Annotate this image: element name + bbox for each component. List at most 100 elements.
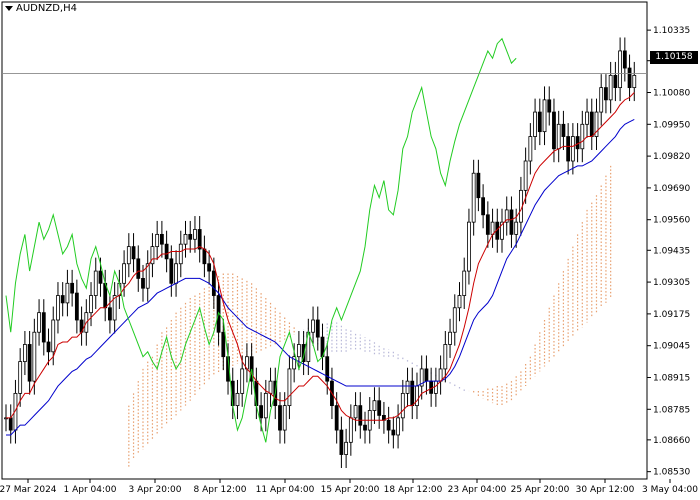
candle-body	[27, 344, 32, 382]
candle-body	[211, 270, 216, 296]
candle-body	[56, 295, 60, 321]
candle-body	[126, 246, 131, 265]
candle-body	[537, 111, 542, 133]
candle-body	[429, 380, 434, 394]
candle-body	[514, 221, 519, 235]
price-chart[interactable]: 1.103351.102101.100801.099501.098201.096…	[0, 0, 700, 500]
candle-body	[70, 282, 75, 294]
candle-body	[41, 312, 46, 343]
price-axis: 1.103351.102101.100801.099501.098201.096…	[647, 26, 690, 478]
candle-body	[65, 282, 70, 304]
candle-body	[131, 246, 136, 260]
candle-body	[315, 319, 320, 338]
chart-window[interactable]: 1.103351.102101.100801.099501.098201.096…	[0, 0, 700, 500]
candle-body	[485, 214, 490, 235]
price-tick-label: 1.09950	[653, 120, 690, 130]
candle-body	[443, 344, 448, 370]
candle-body	[8, 417, 13, 431]
symbol-menu[interactable]: AUDNZD,H4	[5, 3, 77, 14]
candle-body	[552, 111, 556, 150]
candle-body	[278, 405, 282, 431]
candle-body	[74, 292, 79, 321]
price-tick-label: 1.09305	[653, 278, 690, 288]
candle-body	[46, 341, 51, 353]
symbol-title: AUDNZD,H4	[16, 3, 77, 14]
candle-body	[452, 307, 457, 333]
candle-body	[51, 319, 56, 353]
candle-body	[263, 392, 268, 419]
candle-body	[618, 50, 623, 89]
candle-body	[169, 258, 174, 284]
time-tick-label: 3 May 04:00	[642, 485, 698, 495]
candle-body	[363, 424, 367, 431]
candle-body	[396, 417, 400, 436]
candle-body	[159, 233, 164, 245]
price-tick-label: 1.09175	[653, 310, 690, 320]
price-tick-label: 1.08915	[653, 373, 690, 383]
time-tick-label: 11 Apr 04:00	[256, 485, 315, 495]
candle-body	[174, 263, 178, 284]
candle-body	[448, 331, 452, 345]
candle-body	[311, 319, 315, 333]
candle-body	[585, 111, 589, 125]
time-tick-label: 25 Apr 20:00	[511, 485, 570, 495]
candle-body	[542, 99, 547, 133]
candle-body	[339, 429, 344, 455]
price-tick-label: 1.08660	[653, 436, 690, 446]
candle-body	[93, 270, 98, 296]
candle-body	[37, 312, 41, 333]
candle-body	[108, 307, 112, 321]
candle-body	[400, 392, 405, 419]
candle-body	[604, 87, 608, 101]
candle-body	[391, 429, 396, 436]
candlesticks	[4, 37, 637, 468]
time-tick-label: 8 Apr 12:00	[194, 485, 247, 495]
candle-body	[509, 209, 514, 235]
candle-body	[136, 258, 141, 279]
current-price-tag: 1.10158	[650, 51, 698, 64]
candle-body	[528, 136, 533, 162]
candle-body	[353, 405, 358, 419]
candle-body	[348, 417, 353, 443]
candle-body	[60, 295, 65, 304]
price-tick-label: 1.09560	[653, 216, 690, 226]
candle-body	[344, 441, 349, 455]
time-tick-label: 27 Mar 2024	[0, 485, 57, 495]
candle-body	[259, 405, 263, 419]
candle-body	[599, 87, 604, 113]
candle-body	[589, 111, 594, 137]
candle-body	[462, 270, 467, 296]
candle-body	[410, 380, 415, 407]
candle-body	[575, 136, 580, 150]
time-axis: 27 Mar 2024 1 Apr 04:00 3 Apr 20:00 8 Apr 1…	[0, 479, 698, 495]
candle-body	[22, 344, 27, 362]
candle-body	[424, 368, 429, 382]
candle-body	[141, 278, 145, 289]
candle-body	[608, 74, 613, 101]
candle-body	[188, 233, 193, 240]
candle-body	[287, 368, 292, 407]
candle-body	[207, 263, 212, 272]
price-tick-label: 1.09690	[653, 184, 690, 194]
indicator-lines	[2, 37, 647, 443]
price-tick-label: 1.08530	[653, 468, 690, 478]
price-tick-label: 1.09435	[653, 246, 690, 256]
time-tick-label: 15 Apr 20:00	[321, 485, 380, 495]
candle-body	[467, 221, 471, 272]
dropdown-arrow-icon[interactable]	[5, 6, 13, 11]
price-tick-label: 1.10335	[653, 26, 690, 36]
candle-body	[377, 400, 382, 416]
candle-body	[282, 405, 287, 431]
candle-body	[334, 405, 339, 431]
price-tick-label: 1.10080	[653, 89, 690, 99]
candle-body	[415, 385, 419, 407]
candle-body	[632, 74, 637, 89]
price-tick-label: 1.09820	[653, 152, 690, 162]
candle-body	[476, 172, 481, 199]
candle-body	[202, 248, 207, 265]
candle-body	[490, 221, 495, 235]
candle-body	[613, 74, 618, 89]
candle-body	[240, 368, 245, 394]
candle-body	[32, 331, 37, 382]
candle-body	[457, 295, 462, 309]
